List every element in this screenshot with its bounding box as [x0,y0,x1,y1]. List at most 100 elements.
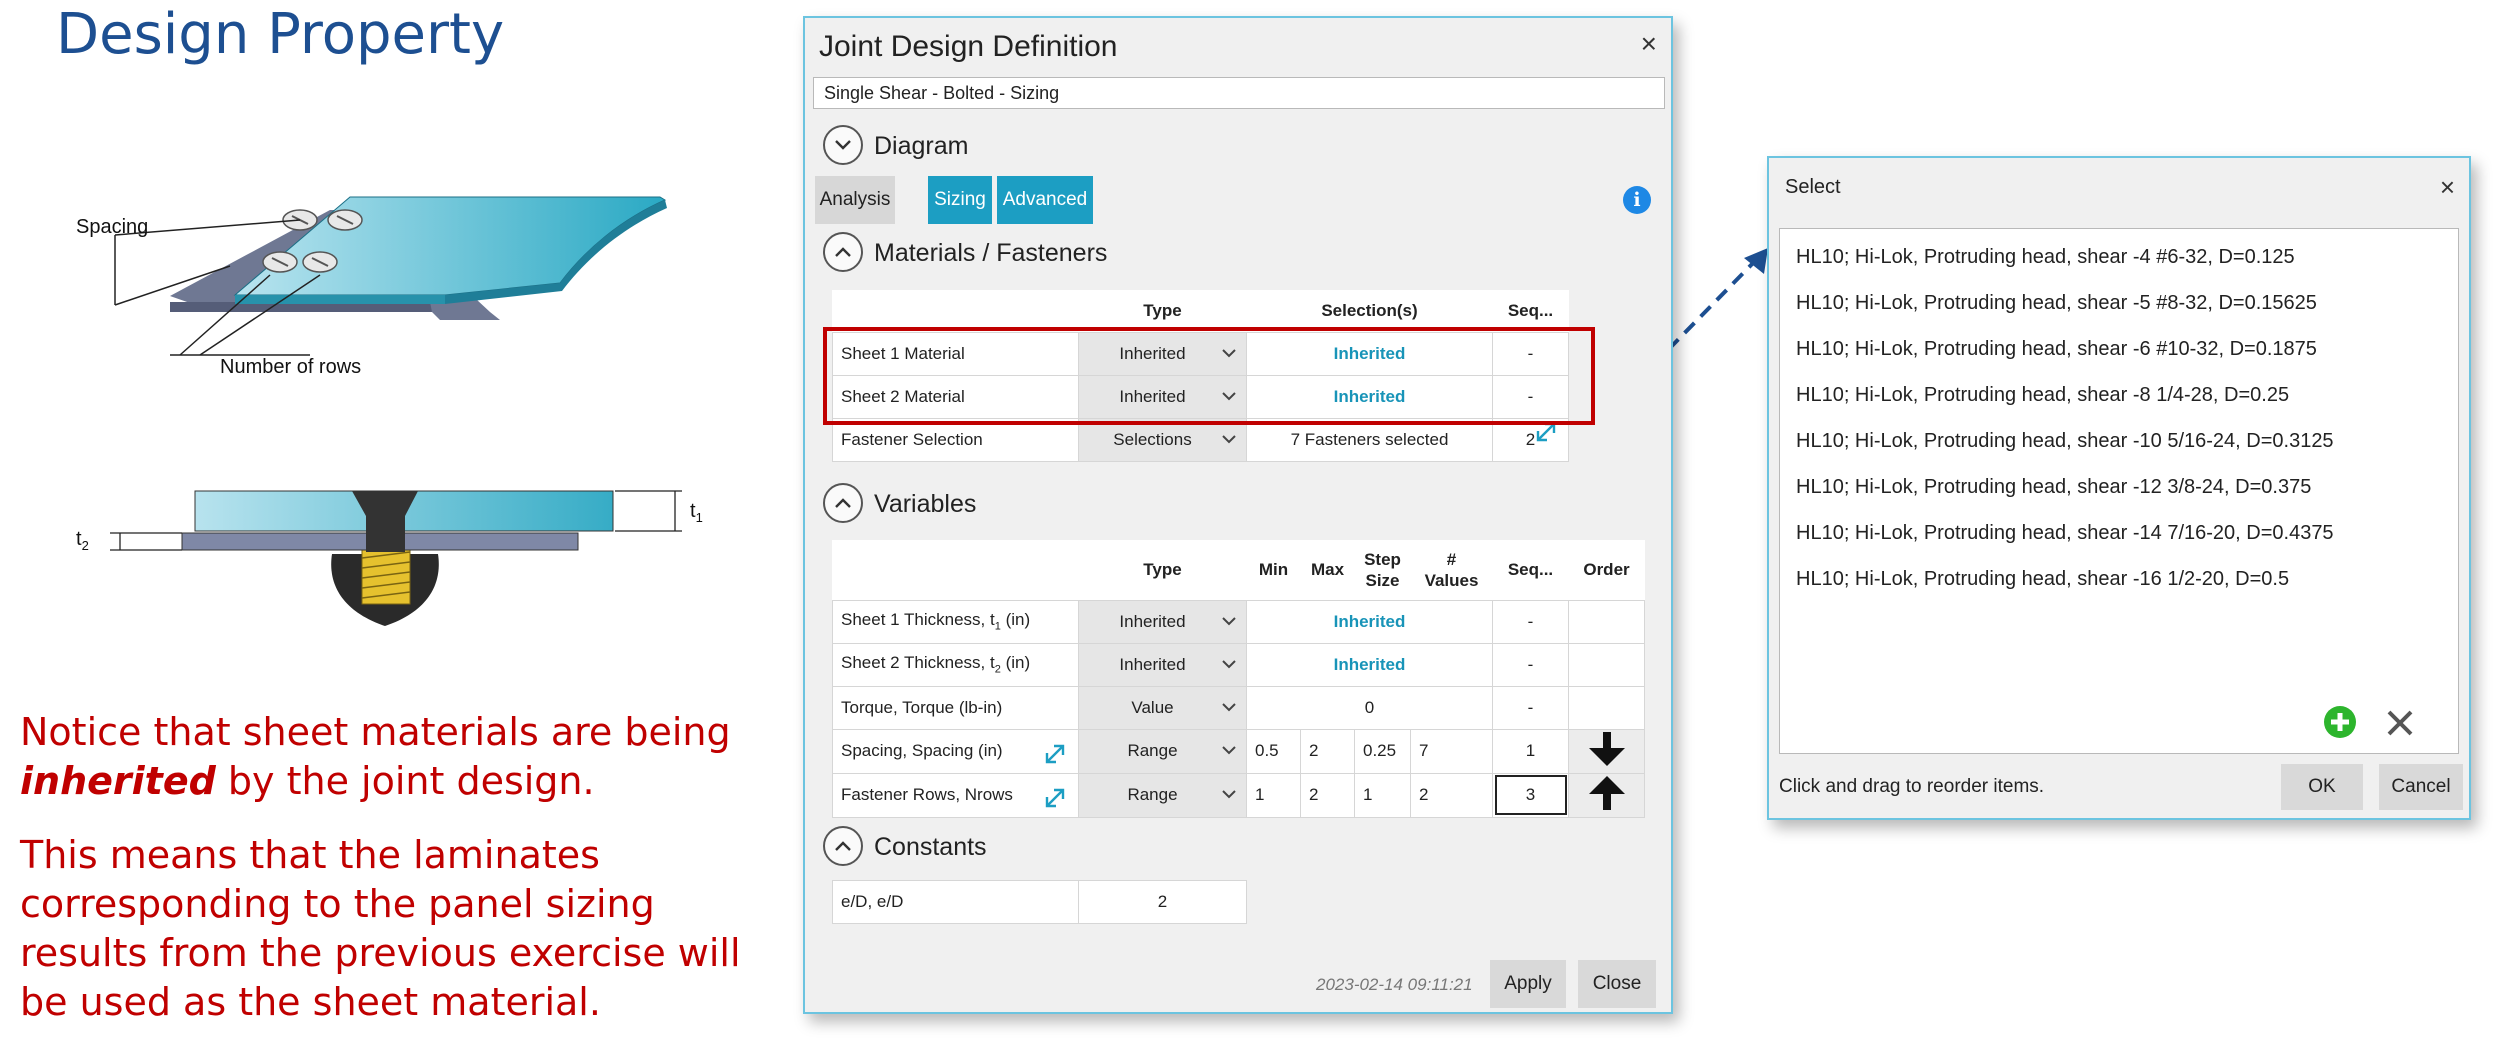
variables-header-min: Min [1246,540,1301,600]
sizing-tab[interactable]: Sizing [928,176,992,224]
value-cell[interactable]: Inherited [1246,599,1493,644]
type-value: Inherited [1119,343,1186,363]
note2-line3: results from the previous exercise will [20,931,741,975]
variables-table: Type Min Max Step Size # Values Seq... Ord… [832,540,1645,818]
t1-label: t1 [690,500,703,525]
last-modified-timestamp: 2023-02-14 09:11:21 [1316,975,1473,994]
selection-cell[interactable]: Inherited [1246,331,1493,376]
order-cell [1568,685,1645,730]
nvalues-input[interactable]: 7 [1410,728,1493,774]
materials-table: Type Selection(s) Seq... Sheet 1 Materia… [832,290,1569,462]
list-item[interactable]: HL10; Hi-Lok, Protruding head, shear -5 … [1796,292,2317,315]
seq-cell[interactable]: - [1492,599,1569,644]
seq-cell[interactable]: - [1492,685,1569,730]
move-down-button[interactable] [1568,728,1645,774]
row-label-cell: Fastener Selection [832,417,1555,462]
constants-collapse-chevron-icon[interactable] [823,826,863,866]
order-cell [1568,599,1645,644]
type-value: Selections [1113,429,1192,449]
chevron-down-icon [1222,391,1236,400]
step-input[interactable]: 0.25 [1354,728,1411,774]
advanced-tab[interactable]: Advanced [997,176,1093,224]
nvalues-input[interactable]: 2 [1410,772,1493,818]
spacing-label: Spacing [76,216,149,238]
min-input[interactable]: 0.5 [1246,728,1301,774]
seq-input[interactable]: 3 [1492,772,1569,818]
seq-cell[interactable]: - [1492,374,1569,419]
move-up-button[interactable] [1568,772,1645,818]
row-label: Sheet 2 Thickness, t2 (in) [832,642,1079,687]
selection-cell[interactable]: 7 Fasteners selected [1246,417,1493,462]
expand-diagonal-icon[interactable] [1042,785,1068,811]
table-row: Sheet 2 Material Inherited Inherited - [832,374,1569,419]
close-button[interactable]: Close [1578,960,1656,1008]
dialog-title: Joint Design Definition [819,30,1118,63]
list-item[interactable]: HL10; Hi-Lok, Protruding head, shear -10… [1796,430,2334,453]
info-icon[interactable]: i [1623,186,1651,214]
constants-table: e/D, e/D 2 [832,880,1247,924]
row-label: e/D, e/D [832,880,1079,924]
fastener-list: HL10; Hi-Lok, Protruding head, shear -4 … [1779,228,2459,754]
type-dropdown[interactable]: Range [1078,728,1247,774]
materials-collapse-chevron-icon[interactable] [823,232,863,272]
chevron-down-icon [1222,745,1236,754]
selection-cell[interactable]: Inherited [1246,374,1493,419]
add-icon[interactable] [2323,705,2357,739]
diagram-expand-chevron-icon[interactable] [823,125,863,165]
list-item[interactable]: HL10; Hi-Lok, Protruding head, shear -4 … [1796,246,2295,269]
dialog-close-icon[interactable]: × [1641,28,1657,60]
value-cell[interactable]: 0 [1246,685,1493,730]
apply-button[interactable]: Apply [1490,960,1566,1008]
seq-cell[interactable]: - [1492,642,1569,687]
list-item[interactable]: HL10; Hi-Lok, Protruding head, shear -8 … [1796,384,2289,407]
step-input[interactable]: 1 [1354,772,1411,818]
variables-collapse-chevron-icon[interactable] [823,483,863,523]
list-item[interactable]: HL10; Hi-Lok, Protruding head, shear -12… [1796,476,2311,499]
max-input[interactable]: 2 [1300,728,1355,774]
row-label-cell: Fastener Rows, Nrows [832,772,1079,818]
joint-design-dialog: Joint Design Definition × Single Shear -… [803,16,1673,1014]
cancel-button[interactable]: Cancel [2379,764,2463,810]
row-label: Sheet 1 Thickness, t1 (in) [832,599,1079,644]
variables-header-type: Type [1078,540,1247,600]
type-dropdown[interactable]: Inherited [1078,374,1247,419]
seq-cell[interactable]: 1 [1492,728,1569,774]
min-input[interactable]: 1 [1246,772,1301,818]
chevron-down-icon [1222,789,1236,798]
type-value: Inherited [1119,611,1186,631]
note2-line2: corresponding to the panel sizing [20,882,655,926]
type-dropdown[interactable]: Inherited [1078,599,1247,644]
note-laminates: This means that the laminates correspond… [20,831,760,1027]
value-cell[interactable]: Inherited [1246,642,1493,687]
select-dialog-title: Select [1785,176,1841,198]
type-dropdown[interactable]: Value [1078,685,1247,730]
variables-header-name [832,540,1079,600]
step-line1: Step [1364,549,1401,569]
variables-header-seq: Seq... [1492,540,1569,600]
list-item[interactable]: HL10; Hi-Lok, Protruding head, shear -6 … [1796,338,2317,361]
value-input[interactable]: 2 [1078,880,1247,924]
analysis-tab[interactable]: Analysis [815,176,895,224]
arrow-down-icon [1588,731,1625,766]
order-cell [1568,642,1645,687]
expand-diagonal-icon[interactable] [1042,741,1068,767]
type-dropdown[interactable]: Selections [1078,417,1247,462]
note1-line1: Notice that sheet materials are being [20,710,731,754]
row-label-text: Sheet 2 Thickness, t [841,653,995,673]
max-input[interactable]: 2 [1300,772,1355,818]
type-dropdown[interactable]: Inherited [1078,331,1247,376]
type-dropdown[interactable]: Range [1078,772,1247,818]
list-item[interactable]: HL10; Hi-Lok, Protruding head, shear -16… [1796,568,2289,591]
type-dropdown[interactable]: Inherited [1078,642,1247,687]
materials-header-selection: Selection(s) [1246,290,1493,332]
chevron-down-icon [1222,659,1236,668]
variables-header-order: Order [1568,540,1645,600]
seq-cell[interactable]: - [1492,331,1569,376]
select-close-icon[interactable]: × [2440,172,2455,203]
materials-header-type: Type [1078,290,1247,332]
ok-button[interactable]: OK [2281,764,2363,810]
type-value: Range [1127,785,1178,804]
remove-icon[interactable] [2386,709,2414,737]
list-item[interactable]: HL10; Hi-Lok, Protruding head, shear -14… [1796,522,2334,545]
table-row: Fastener Selection Selections 7 Fastener… [832,417,1569,462]
